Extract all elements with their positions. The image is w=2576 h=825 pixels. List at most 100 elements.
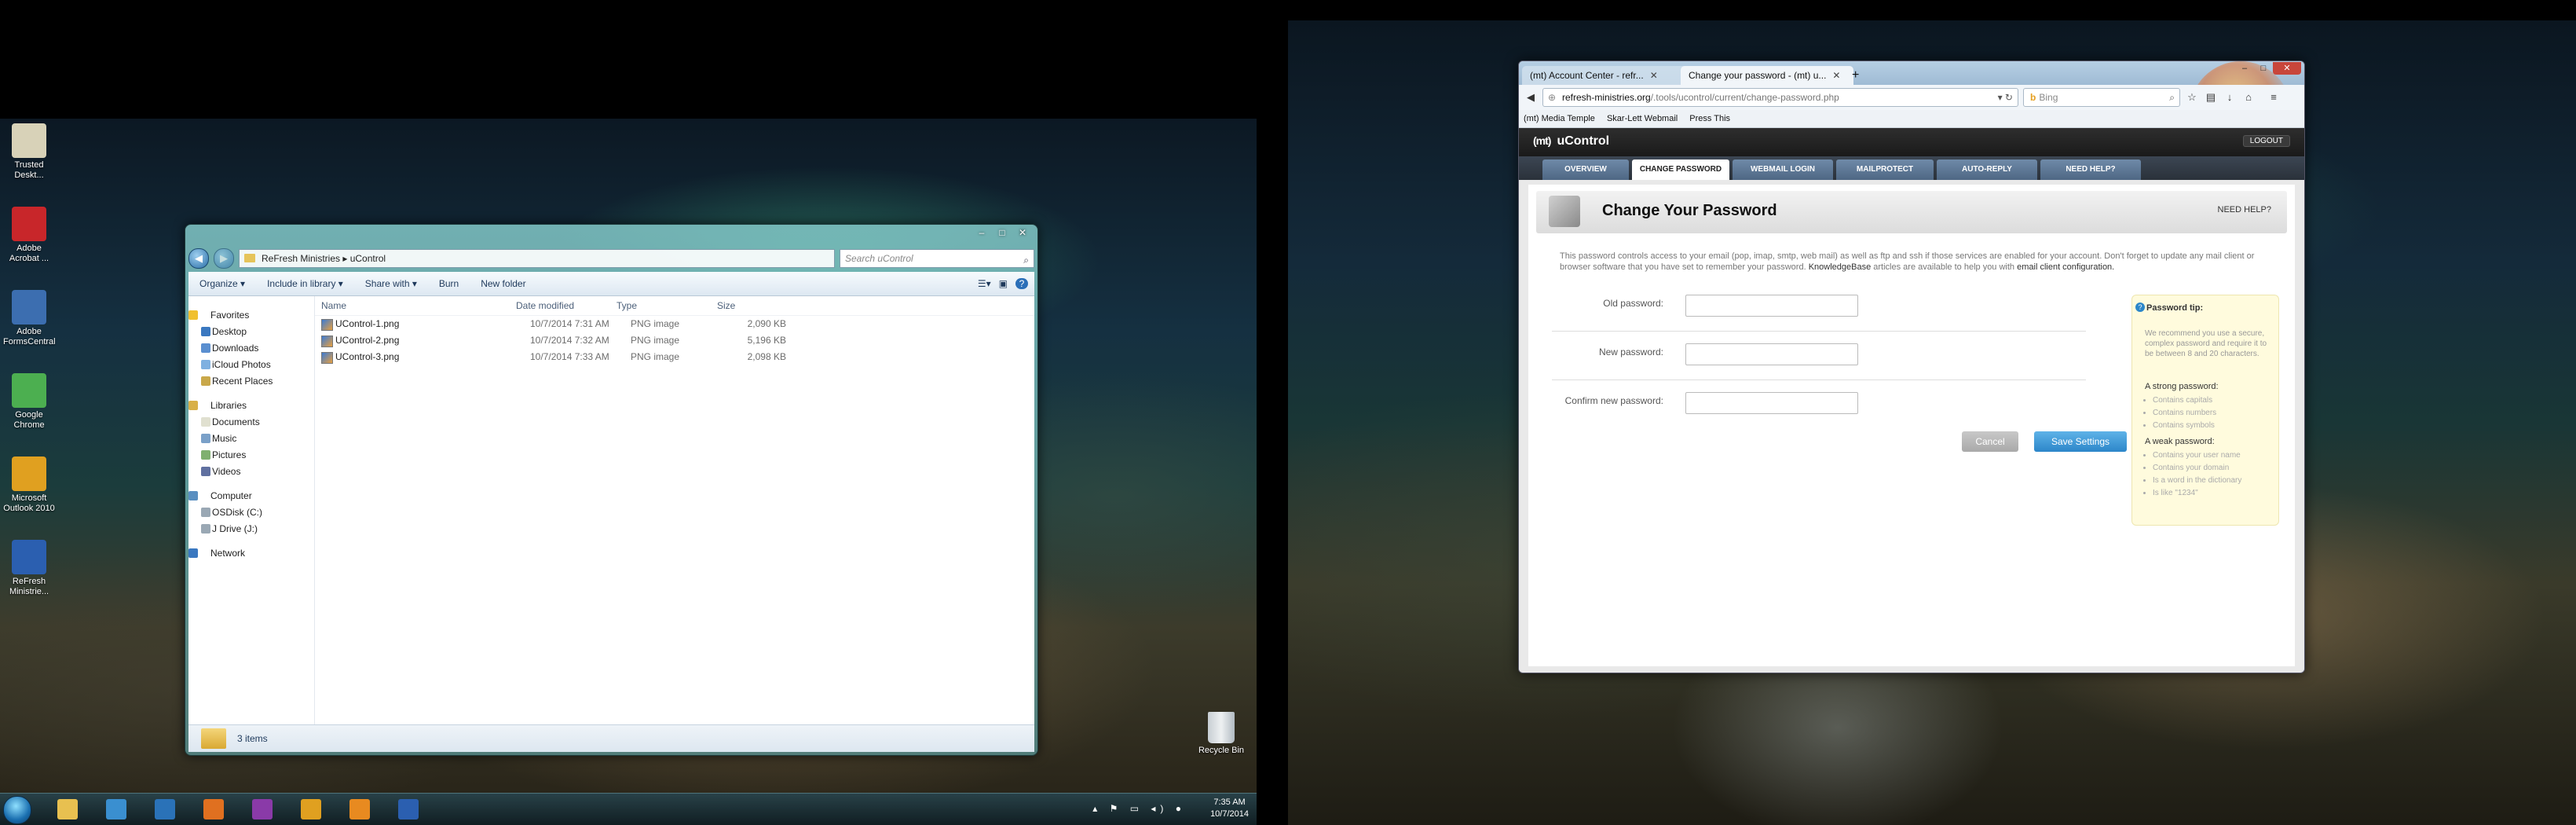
nav-desktop[interactable]: Desktop (188, 324, 314, 340)
nav-libraries[interactable]: Libraries (188, 398, 314, 414)
clock-time: 7:35 AM (1213, 798, 1246, 807)
tab-overview[interactable]: OVERVIEW (1542, 160, 1629, 180)
help-icon[interactable]: ? (1015, 278, 1028, 289)
nav-computer[interactable]: Computer (188, 488, 314, 504)
tab-strip: (mt) Account Center - refr... ✕ Change yo… (1519, 61, 2304, 163)
nav-downloads[interactable]: Downloads (188, 340, 314, 357)
desktop-icon[interactable]: Adobe Acrobat ... (3, 207, 55, 264)
taskbar-button[interactable] (292, 796, 330, 823)
new-password-field[interactable] (1685, 343, 1858, 365)
tab-change-password[interactable]: Change your password - (mt) u... ✕ (1681, 66, 1853, 85)
taskbar-button[interactable] (243, 796, 281, 823)
file-row[interactable]: UControl-3.png 10/7/2014 7:33 AM PNG ima… (315, 349, 1034, 365)
old-password-row: Old password: (1552, 287, 2086, 332)
reload-icon[interactable]: ▾ ↻ (1998, 89, 2013, 106)
nav-network[interactable]: Network (188, 545, 314, 562)
file-type: PNG image (631, 318, 680, 329)
taskbar-button[interactable] (390, 796, 427, 823)
cancel-button[interactable]: Cancel (1962, 431, 2018, 452)
start-button[interactable] (3, 796, 31, 824)
column-type[interactable]: Type (610, 296, 711, 315)
old-password-field[interactable] (1685, 295, 1858, 317)
nav-pictures[interactable]: Pictures (188, 447, 314, 464)
firefox-window[interactable]: (mt) Account Center - refr... ✕ Change yo… (1518, 60, 2305, 673)
back-arrow-icon[interactable]: ◀ (188, 248, 209, 269)
nav-documents[interactable]: Documents (188, 414, 314, 431)
knowledgebase-link[interactable]: KnowledgeBase (1809, 262, 1872, 272)
nav-music[interactable]: Music (188, 431, 314, 447)
old-password-label: Old password: (1603, 298, 1663, 309)
bookmark-webmail[interactable]: Skar-Lett Webmail (1607, 114, 1678, 123)
desktop-icon[interactable]: Adobe FormsCentral (3, 290, 56, 347)
search-input[interactable]: Search uControl ⌕ (840, 249, 1034, 268)
forward-arrow-icon[interactable]: ▶ (214, 248, 234, 269)
bookmarks-menu-icon[interactable]: ▤ (2204, 90, 2218, 104)
recycle-bin[interactable]: Recycle Bin (1190, 712, 1253, 755)
column-name[interactable]: Name (315, 296, 510, 315)
tab-need-help[interactable]: NEED HELP? (2040, 160, 2141, 180)
close-button[interactable]: ✕ (1012, 226, 1033, 240)
column-size[interactable]: Size (711, 296, 777, 315)
close-button[interactable]: ✕ (2273, 62, 2301, 75)
bookmark-media-temple[interactable]: (mt) Media Temple (1524, 114, 1595, 123)
organize-button[interactable]: Organize ▾ (188, 278, 256, 289)
taskbar-button[interactable] (146, 796, 184, 823)
tray-icons[interactable]: ▴ ⚑ ▭ ◂) ● (1092, 803, 1186, 814)
new-folder-button[interactable]: New folder (470, 278, 536, 289)
close-tab-icon[interactable]: ✕ (1832, 70, 1840, 81)
burn-button[interactable]: Burn (428, 278, 470, 289)
minimize-button[interactable]: – (2235, 62, 2254, 75)
search-input[interactable]: b Bing ⌕ (2023, 88, 2180, 107)
nav-osdisk[interactable]: OSDisk (C:) (188, 504, 314, 521)
tab-account-center[interactable]: (mt) Account Center - refr... ✕ (1522, 66, 1695, 85)
new-tab-button[interactable]: + (1844, 66, 1867, 85)
maximize-button[interactable]: □ (992, 226, 1012, 240)
tab-mailprotect[interactable]: MAILPROTECT (1836, 160, 1934, 180)
tab-change-password[interactable]: CHANGE PASSWORD (1632, 160, 1729, 180)
column-date-modified[interactable]: Date modified (510, 296, 610, 315)
confirm-password-field[interactable] (1685, 392, 1858, 414)
home-icon[interactable]: ⌂ (2241, 90, 2256, 104)
email-config-link[interactable]: email client configuration. (2017, 262, 2114, 272)
clock[interactable]: 7:35 AM 10/7/2014 (1210, 797, 1249, 820)
nav-videos[interactable]: Videos (188, 464, 314, 480)
save-settings-button[interactable]: Save Settings (2034, 431, 2127, 452)
url-bar[interactable]: ⊕ refresh-ministries.org/.tools/ucontrol… (1542, 88, 2018, 107)
menu-icon[interactable]: ≡ (2267, 90, 2281, 104)
taskbar-button[interactable] (195, 796, 232, 823)
nav-icloud-photos[interactable]: iCloud Photos (188, 357, 314, 373)
include-in-library-button[interactable]: Include in library ▾ (256, 278, 354, 289)
pictures-icon (201, 450, 210, 460)
tab-auto-reply[interactable]: AUTO-REPLY (1937, 160, 2037, 180)
maximize-button[interactable]: □ (2254, 62, 2273, 75)
tab-webmail-login[interactable]: WEBMAIL LOGIN (1733, 160, 1833, 180)
desktop-icon[interactable]: ReFresh Ministrie... (3, 540, 55, 597)
explorer-window[interactable]: – □ ✕ ◀ ▶ ReFresh Ministries ▸ uControl … (185, 224, 1038, 756)
need-help-link[interactable]: NEED HELP? (2218, 205, 2271, 214)
bookmark-star-icon[interactable]: ☆ (2185, 90, 2199, 104)
file-row[interactable]: UControl-1.png 10/7/2014 7:31 AM PNG ima… (315, 316, 1034, 332)
taskbar-button[interactable] (97, 796, 135, 823)
file-row[interactable]: UControl-2.png 10/7/2014 7:32 AM PNG ima… (315, 332, 1034, 349)
file-size: 2,090 KB (747, 318, 786, 329)
logout-button[interactable]: LOGOUT (2242, 135, 2290, 147)
ucontrol-logo[interactable]: (mt) uControl (1533, 134, 1609, 148)
preview-pane-icon[interactable]: ▣ (999, 278, 1008, 289)
nav-recent-places[interactable]: Recent Places (188, 373, 314, 390)
word-icon (398, 799, 419, 820)
back-arrow-icon[interactable]: ◀ (1524, 90, 1538, 104)
nav-j-drive[interactable]: J Drive (J:) (188, 521, 314, 537)
desktop-icon[interactable]: Trusted Deskt... (3, 123, 55, 181)
share-with-button[interactable]: Share with ▾ (354, 278, 428, 289)
bookmark-press-this[interactable]: Press This (1689, 114, 1730, 123)
desktop-icon[interactable]: Google Chrome (3, 373, 55, 431)
nav-favorites[interactable]: Favorites (188, 307, 314, 324)
desktop-icon[interactable]: Microsoft Outlook 2010 (3, 456, 55, 514)
view-options-icon[interactable]: ☰▾ (978, 278, 991, 289)
downloads-icon[interactable]: ↓ (2223, 90, 2237, 104)
minimize-button[interactable]: – (971, 226, 992, 240)
taskbar-button[interactable] (49, 796, 86, 823)
taskbar-button[interactable] (341, 796, 379, 823)
address-bar[interactable]: ReFresh Ministries ▸ uControl (239, 249, 835, 268)
close-tab-icon[interactable]: ✕ (1650, 70, 1658, 81)
